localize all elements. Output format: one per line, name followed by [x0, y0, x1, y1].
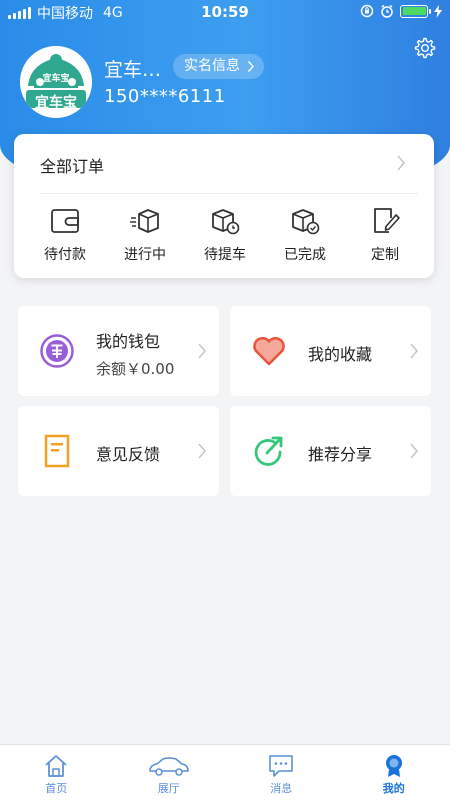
feedback-doc-icon: [44, 434, 70, 468]
chevron-right-icon[interactable]: [396, 154, 406, 176]
nav-showroom-label: 展厅: [157, 782, 180, 795]
phone-number: 150****6111: [104, 86, 226, 107]
order-status-awaiting-pickup[interactable]: 待提车: [190, 206, 260, 264]
logo-text-bottom: 宜车宝: [35, 95, 77, 111]
battery-icon: [400, 4, 431, 18]
chevron-right-icon: [198, 443, 206, 459]
feedback-tile[interactable]: 意见反馈: [18, 406, 219, 496]
divider: [40, 193, 418, 194]
edit-doc-icon: [374, 208, 400, 233]
heart-icon: [253, 336, 285, 366]
logo-text-top: 宜车宝: [42, 74, 70, 84]
message-icon: [269, 755, 294, 777]
chevron-right-icon: [198, 343, 206, 359]
nav-messages[interactable]: 消息: [225, 745, 338, 800]
feedback-title: 意见反馈: [96, 445, 161, 464]
home-icon: [45, 755, 67, 777]
user-name: 宜车…: [104, 59, 162, 81]
order-status-pending-payment[interactable]: 待付款: [30, 206, 100, 264]
order-status-label: 定制: [371, 247, 399, 263]
nav-mine[interactable]: 我的: [338, 745, 450, 800]
bottom-nav: 首页 展厅 消息 我的: [0, 744, 450, 800]
real-name-info-button[interactable]: 实名信息: [173, 54, 264, 79]
wallet-balance: 余额￥0.00: [96, 360, 175, 378]
chevron-right-icon: [410, 343, 418, 359]
wallet-coin-icon: [40, 334, 74, 368]
box-moving-icon: [130, 209, 159, 233]
settings-gear-icon[interactable]: [412, 36, 436, 60]
nav-mine-label: 我的: [382, 782, 405, 795]
profile-badge-icon: [385, 755, 402, 777]
alarm-icon: [381, 4, 393, 18]
rotation-lock-icon: [360, 4, 374, 18]
car-icon: [149, 757, 189, 776]
chevron-right-icon: [410, 443, 418, 459]
share-tile[interactable]: 推荐分享: [230, 406, 431, 496]
status-bar: 中国移动 4G 10:59: [0, 0, 450, 26]
avatar[interactable]: 宜车宝 宜车宝: [20, 46, 92, 118]
order-status-label: 已完成: [284, 247, 326, 263]
order-status-label: 进行中: [124, 247, 166, 263]
order-status-in-progress[interactable]: 进行中: [110, 206, 180, 264]
my-favorites-tile[interactable]: 我的收藏: [230, 306, 431, 396]
nav-showroom[interactable]: 展厅: [113, 745, 226, 800]
all-orders-link[interactable]: 全部订单: [40, 153, 104, 177]
real-name-info-label: 实名信息: [184, 58, 240, 74]
share-title: 推荐分享: [308, 445, 373, 464]
order-status-custom[interactable]: 定制: [350, 206, 420, 264]
charging-icon: [434, 4, 442, 18]
chevron-right-icon: [247, 54, 255, 88]
order-status-label: 待付款: [44, 247, 86, 263]
wallet-icon: [51, 209, 79, 233]
my-favorites-title: 我的收藏: [308, 345, 373, 364]
order-status-label: 待提车: [204, 247, 246, 263]
box-check-icon: [292, 209, 320, 235]
my-wallet-title: 我的钱包: [96, 332, 161, 351]
nav-home-label: 首页: [45, 782, 68, 795]
share-arrow-icon: [254, 436, 283, 466]
box-clock-icon: [212, 209, 240, 235]
order-card: 全部订单 待付款 进行中 待提车 已完成 定制: [14, 134, 434, 278]
nav-home[interactable]: 首页: [0, 745, 113, 800]
my-wallet-tile[interactable]: 我的钱包 余额￥0.00: [18, 306, 219, 396]
order-status-completed[interactable]: 已完成: [270, 206, 340, 264]
nav-messages-label: 消息: [270, 782, 293, 795]
